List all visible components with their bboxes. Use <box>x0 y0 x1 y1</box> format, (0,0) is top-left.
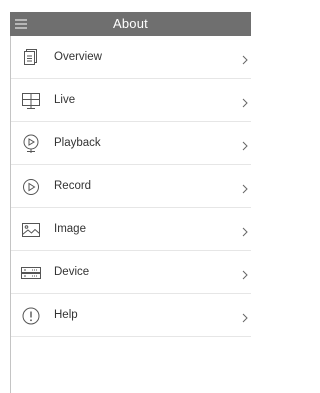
chevron-right-icon <box>242 52 248 65</box>
chevron-right-icon <box>242 224 248 237</box>
menu-item-record[interactable]: Record <box>11 165 251 208</box>
playback-icon <box>20 134 42 154</box>
menu-item-label: Live <box>54 94 76 106</box>
chevron-right-icon <box>242 138 248 151</box>
chevron-right-icon <box>242 267 248 280</box>
menu-item-label: Help <box>54 309 78 321</box>
chevron-right-icon <box>242 181 248 194</box>
document-icon <box>20 48 42 68</box>
chevron-right-icon <box>242 95 248 108</box>
about-screen: About Overview Live Playback Record Imag… <box>0 0 251 393</box>
menu-item-overview[interactable]: Overview <box>11 36 251 79</box>
menu-item-help[interactable]: Help <box>11 294 251 337</box>
about-menu: Overview Live Playback Record Image Devi… <box>11 36 251 337</box>
monitor-icon <box>20 91 42 111</box>
chevron-right-icon <box>242 310 248 323</box>
menu-item-label: Overview <box>54 51 102 63</box>
device-icon <box>20 263 42 283</box>
page-title: About <box>113 16 148 31</box>
menu-item-device[interactable]: Device <box>11 251 251 294</box>
menu-item-image[interactable]: Image <box>11 208 251 251</box>
menu-item-label: Image <box>54 223 86 235</box>
record-play-icon <box>20 177 42 197</box>
menu-item-label: Record <box>54 180 92 192</box>
menu-item-label: Device <box>54 266 90 278</box>
menu-item-label: Playback <box>54 137 101 149</box>
help-icon <box>20 306 42 326</box>
menu-item-playback[interactable]: Playback <box>11 122 251 165</box>
menu-item-live[interactable]: Live <box>11 79 251 122</box>
image-icon <box>20 220 42 240</box>
header-bar: About <box>10 12 251 36</box>
